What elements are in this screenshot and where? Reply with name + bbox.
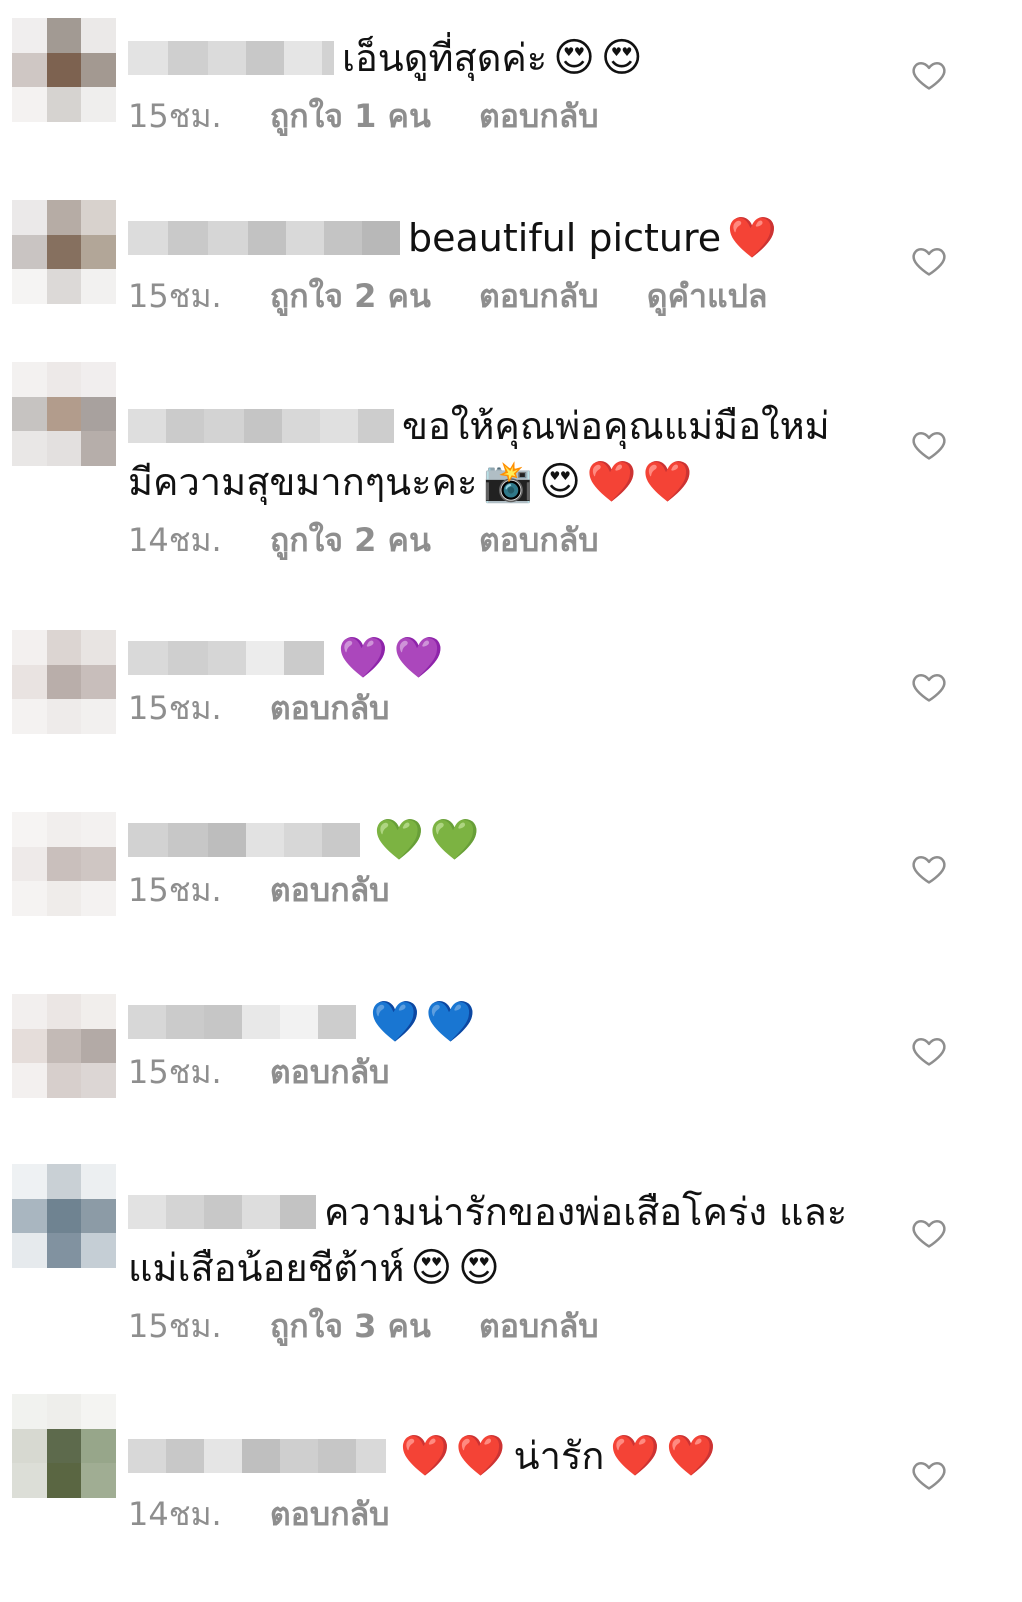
comment-time: 15ชม.: [128, 1307, 222, 1345]
comment-meta: 15ชม. ถูกใจ 2 คน ตอบกลับ ดูคำแปล: [128, 274, 868, 318]
like-heart-icon[interactable]: [910, 1032, 948, 1070]
comment-text-line: แม่เสือน้อยชีต้าห์ 😍 😍: [128, 1240, 868, 1296]
likes-count-link[interactable]: ถูกใจ 3 คน: [270, 1304, 431, 1348]
red-heart-emoji-icon: ❤️: [610, 1433, 661, 1479]
like-heart-icon[interactable]: [910, 668, 948, 706]
green-heart-emoji-icon: 💚: [374, 817, 424, 863]
blurred-username[interactable]: [128, 41, 334, 75]
like-heart-icon[interactable]: [910, 1456, 948, 1494]
camera-flash-emoji-icon: 📸: [483, 459, 534, 505]
comment-time: 15ชม.: [128, 97, 222, 135]
comment-text-line: 💚 💚: [128, 820, 868, 860]
avatar[interactable]: [12, 1164, 116, 1268]
likes-count-link[interactable]: ถูกใจ 2 คน: [270, 274, 431, 318]
comment-text-line: ❤️ ❤️ น่ารัก ❤️ ❤️: [128, 1428, 868, 1484]
green-heart-emoji-icon: 💚: [429, 817, 480, 863]
red-heart-emoji-icon: ❤️: [586, 459, 637, 505]
purple-heart-emoji-icon: 💜: [393, 635, 444, 681]
purple-heart-emoji-icon: 💜: [338, 635, 388, 681]
blurred-username[interactable]: [128, 823, 360, 857]
blurred-username[interactable]: [128, 1005, 356, 1039]
blurred-username[interactable]: [128, 1439, 386, 1473]
like-heart-icon[interactable]: [910, 1214, 948, 1252]
comment-meta: 14ชม. ถูกใจ 2 คน ตอบกลับ: [128, 518, 868, 562]
comment-text-line: ขอให้คุณพ่อคุณแม่มือใหม่: [128, 398, 868, 454]
blurred-username[interactable]: [128, 409, 394, 443]
comment-text: ความน่ารักของพ่อเสือโคร่ง และ: [324, 1190, 848, 1234]
like-heart-icon[interactable]: [910, 242, 948, 280]
likes-count-link[interactable]: ถูกใจ 2 คน: [270, 518, 431, 562]
comment-meta: 14ชม. ตอบกลับ: [128, 1492, 868, 1536]
comment-text-line: beautiful picture ❤️: [128, 210, 868, 266]
avatar[interactable]: [12, 630, 116, 734]
comment-text-line: 💙 💙: [128, 1002, 868, 1042]
red-heart-emoji-icon: ❤️: [455, 1433, 506, 1479]
comment-text: เอ็นดูที่สุดค่ะ: [342, 36, 548, 80]
avatar[interactable]: [12, 994, 116, 1098]
comment-time: 15ชม.: [128, 871, 222, 909]
red-heart-emoji-icon: ❤️: [400, 1433, 450, 1479]
blue-heart-emoji-icon: 💙: [425, 999, 476, 1045]
avatar[interactable]: [12, 18, 116, 122]
like-heart-icon[interactable]: [910, 426, 948, 464]
comment-time: 14ชม.: [128, 1495, 222, 1533]
avatar[interactable]: [12, 362, 116, 466]
reply-button[interactable]: ตอบกลับ: [270, 1492, 390, 1536]
avatar[interactable]: [12, 1394, 116, 1498]
comment-time: 14ชม.: [128, 521, 222, 559]
reply-button[interactable]: ตอบกลับ: [270, 1050, 390, 1094]
blurred-username[interactable]: [128, 221, 400, 255]
comment-meta: 15ชม. ถูกใจ 3 คน ตอบกลับ: [128, 1304, 868, 1348]
comment-text: beautiful picture: [408, 216, 722, 260]
reply-button[interactable]: ตอบกลับ: [479, 94, 599, 138]
comment-text-line: เอ็นดูที่สุดค่ะ 😍 😍: [128, 30, 868, 86]
heart-eyes-emoji-icon: 😍: [458, 1245, 500, 1291]
comment-meta: 15ชม. ตอบกลับ: [128, 868, 868, 912]
comment-meta: 15ชม. ตอบกลับ: [128, 686, 868, 730]
avatar[interactable]: [12, 200, 116, 304]
reply-button[interactable]: ตอบกลับ: [270, 686, 390, 730]
likes-count-link[interactable]: ถูกใจ 1 คน: [270, 94, 431, 138]
comment-text-line: ความน่ารักของพ่อเสือโคร่ง และ: [128, 1184, 868, 1240]
like-heart-icon[interactable]: [910, 850, 948, 888]
comment-text-continued: แม่เสือน้อยชีต้าห์: [128, 1246, 405, 1290]
blue-heart-emoji-icon: 💙: [370, 999, 420, 1045]
heart-eyes-emoji-icon: 😍: [553, 35, 595, 81]
see-translation-link[interactable]: ดูคำแปล: [647, 274, 768, 318]
reply-button[interactable]: ตอบกลับ: [479, 1304, 599, 1348]
red-heart-emoji-icon: ❤️: [727, 215, 777, 261]
blurred-username[interactable]: [128, 1195, 316, 1229]
comment-text-line: 💜 💜: [128, 638, 868, 678]
red-heart-emoji-icon: ❤️: [666, 1433, 716, 1479]
heart-eyes-emoji-icon: 😍: [410, 1245, 453, 1291]
reply-button[interactable]: ตอบกลับ: [270, 868, 390, 912]
comment-time: 15ชม.: [128, 1053, 222, 1091]
comment-text-continued: มีความสุขมากๆนะคะ: [128, 460, 478, 504]
comment-meta: 15ชม. ตอบกลับ: [128, 1050, 868, 1094]
comment-text: ขอให้คุณพ่อคุณแม่มือใหม่: [402, 404, 830, 448]
comment-time: 15ชม.: [128, 277, 222, 315]
blurred-username[interactable]: [128, 641, 324, 675]
heart-eyes-emoji-icon: 😍: [539, 459, 581, 505]
comment-text-line: มีความสุขมากๆนะคะ 📸 😍 ❤️ ❤️: [128, 454, 868, 510]
reply-button[interactable]: ตอบกลับ: [479, 274, 599, 318]
comment-meta: 15ชม. ถูกใจ 1 คน ตอบกลับ: [128, 94, 868, 138]
like-heart-icon[interactable]: [910, 56, 948, 94]
heart-eyes-emoji-icon: 😍: [600, 35, 643, 81]
comment-text: น่ารัก: [513, 1434, 605, 1478]
comment-time: 15ชม.: [128, 689, 222, 727]
red-heart-emoji-icon: ❤️: [642, 459, 693, 505]
reply-button[interactable]: ตอบกลับ: [479, 518, 599, 562]
avatar[interactable]: [12, 812, 116, 916]
